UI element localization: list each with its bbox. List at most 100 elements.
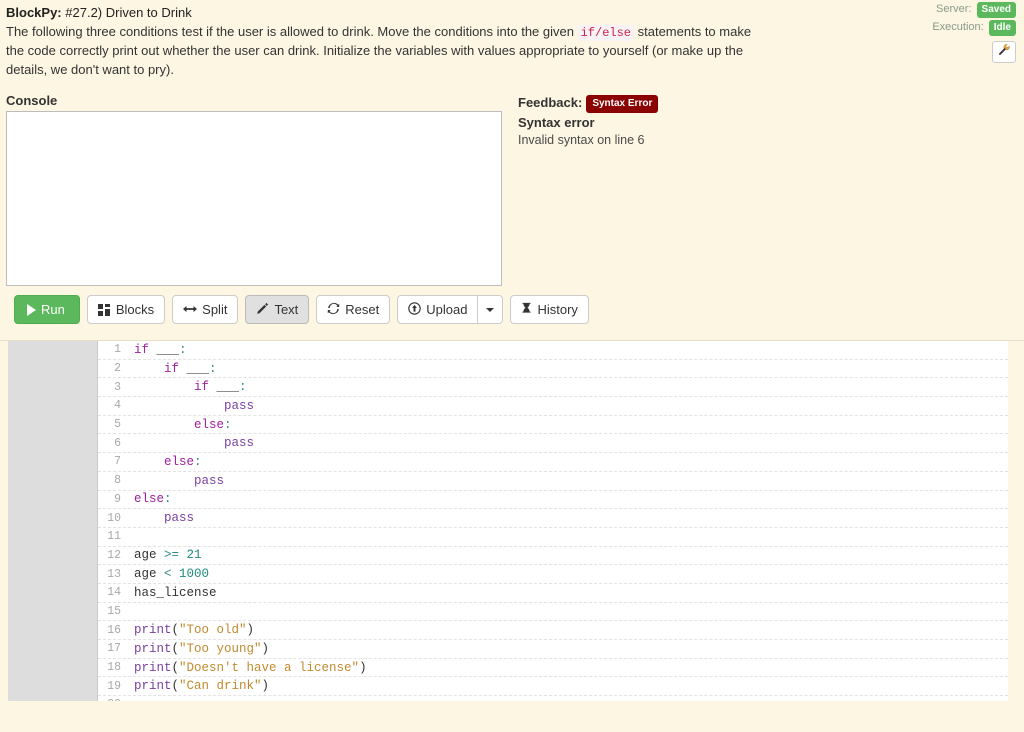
console-label: Console — [6, 93, 58, 108]
code-line[interactable]: 10 pass — [98, 509, 1008, 528]
code-line[interactable]: 9 else: — [98, 490, 1008, 510]
instructions-text-part1: The following three conditions test if t… — [6, 23, 578, 39]
code-line[interactable]: 13 age < 1000 — [98, 565, 1008, 584]
line-number: 4 — [98, 397, 126, 415]
line-number: 10 — [98, 509, 126, 527]
blocks-button-label: Blocks — [115, 302, 155, 317]
code-token: "Too old" — [179, 623, 247, 638]
status-panel: Server: Saved Execution: Idle — [786, 0, 1016, 63]
reset-button[interactable]: Reset — [316, 295, 391, 324]
code-line-content: has_license — [126, 584, 1008, 602]
code-line-content: pass — [126, 397, 1008, 415]
feedback-label: Feedback: — [518, 95, 583, 110]
code-line[interactable]: 7 else: — [98, 453, 1008, 472]
code-text-editor[interactable]: 1 if ___: 2 if ___: 3 if ___: 4 pass 5 else: 6… — [98, 341, 1008, 701]
code-token: print — [134, 679, 172, 694]
code-token: print — [134, 641, 172, 656]
code-token: ( — [171, 660, 180, 675]
wrench-icon[interactable] — [992, 41, 1016, 63]
code-line-content: age < 1000 — [126, 565, 1008, 583]
line-number: 18 — [98, 658, 126, 677]
code-line[interactable]: 3 if ___: — [98, 378, 1008, 398]
blocks-canvas-pane[interactable] — [8, 341, 98, 701]
text-button-label: Text — [274, 302, 299, 317]
run-button[interactable]: Run — [14, 295, 80, 324]
header-bar: BlockPy: #27.2) Driven to Drink The foll… — [0, 0, 1024, 85]
code-token: else — [134, 417, 225, 432]
code-token: < — [164, 567, 180, 582]
code-token: "Too young" — [179, 641, 262, 656]
editor-toolbar: Run Blocks Split Text Reset Upload Histo… — [8, 295, 1016, 324]
line-number: 9 — [98, 490, 126, 509]
code-line-content: print("Too young") — [126, 640, 1008, 658]
code-line[interactable]: 12 age >= 21 — [98, 546, 1008, 566]
history-button-label: History — [537, 302, 578, 317]
line-number: 15 — [98, 602, 126, 621]
execution-status-label: Execution: — [932, 21, 984, 33]
code-line-content: print("Doesn't have a license") — [126, 659, 1008, 677]
arrows-horizontal-icon — [183, 304, 198, 316]
run-button-label: Run — [41, 302, 65, 317]
upload-button-label: Upload — [426, 302, 468, 317]
split-view-button[interactable]: Split — [172, 295, 239, 324]
code-line-content: if ___: — [126, 341, 1008, 359]
instructions-text: The following three conditions test if t… — [6, 23, 768, 80]
code-line-content: pass — [126, 434, 1008, 452]
execution-status-badge: Idle — [988, 20, 1016, 36]
history-button[interactable]: History — [510, 295, 589, 324]
line-number: 13 — [98, 565, 126, 583]
text-view-button[interactable]: Text — [245, 295, 310, 324]
feedback-panel: Feedback: Syntax Error Syntax error Inval… — [518, 94, 918, 149]
code-line[interactable]: 14 has_license — [98, 583, 1008, 603]
line-number: 20 — [98, 696, 126, 701]
code-token: else — [134, 492, 165, 507]
upload-button-group: Upload — [397, 295, 504, 324]
hourglass-icon — [521, 302, 532, 317]
code-line-content: else: — [126, 453, 1008, 471]
server-status-label: Server: — [936, 3, 972, 15]
code-line[interactable]: 6 pass — [98, 434, 1008, 454]
code-line[interactable]: 11 — [98, 527, 1008, 547]
code-token: : — [224, 417, 232, 432]
code-token: print — [134, 660, 172, 675]
console-output[interactable] — [6, 111, 502, 286]
upload-circle-icon — [408, 302, 422, 317]
code-line[interactable]: 2 if ___: — [98, 359, 1008, 379]
code-token: age — [134, 548, 165, 563]
editor-split: 1 if ___: 2 if ___: 3 if ___: 4 pass 5 else: 6… — [8, 341, 1008, 701]
code-token: ___ — [186, 361, 210, 376]
code-line[interactable]: 4 pass — [98, 397, 1008, 416]
code-token: ___ — [216, 380, 240, 395]
code-line[interactable]: 18 print("Doesn't have a license") — [98, 658, 1008, 678]
play-icon — [27, 303, 36, 316]
code-line[interactable]: 1 if ___: — [98, 341, 1008, 360]
editor-area: 1 if ___: 2 if ___: 3 if ___: 4 pass 5 else: 6… — [8, 341, 1016, 701]
code-token: print — [134, 623, 172, 638]
code-line[interactable]: 15 — [98, 602, 1008, 622]
code-line[interactable]: 8 pass — [98, 471, 1008, 491]
upload-button[interactable]: Upload — [397, 295, 479, 324]
code-line[interactable]: 20 — [98, 696, 1008, 701]
execution-status-row: Execution: Idle — [786, 19, 1016, 36]
code-token: ) — [246, 623, 255, 638]
code-line[interactable]: 17 print("Too young") — [98, 640, 1008, 659]
line-number: 17 — [98, 640, 126, 658]
code-token: ) — [261, 641, 270, 656]
pencil-icon — [256, 302, 269, 317]
code-line-content: pass — [126, 472, 1008, 490]
assignment-name: #27.2) Driven to Drink — [65, 5, 192, 20]
console-panel: Console — [6, 93, 502, 286]
reset-button-label: Reset — [345, 302, 380, 317]
code-line[interactable]: 19 print("Can drink") — [98, 677, 1008, 697]
line-number: 16 — [98, 621, 126, 639]
code-line[interactable]: 5 else: — [98, 415, 1008, 435]
code-token: : — [194, 454, 202, 469]
settings-row — [786, 37, 1016, 63]
blocks-view-button[interactable]: Blocks — [86, 295, 166, 324]
code-line[interactable]: 16 print("Too old") — [98, 621, 1008, 640]
upload-dropdown-toggle[interactable] — [478, 295, 504, 324]
code-line-content: else: — [126, 416, 1008, 434]
code-token: ) — [359, 660, 367, 675]
refresh-icon — [327, 302, 340, 317]
line-number: 11 — [98, 527, 126, 546]
